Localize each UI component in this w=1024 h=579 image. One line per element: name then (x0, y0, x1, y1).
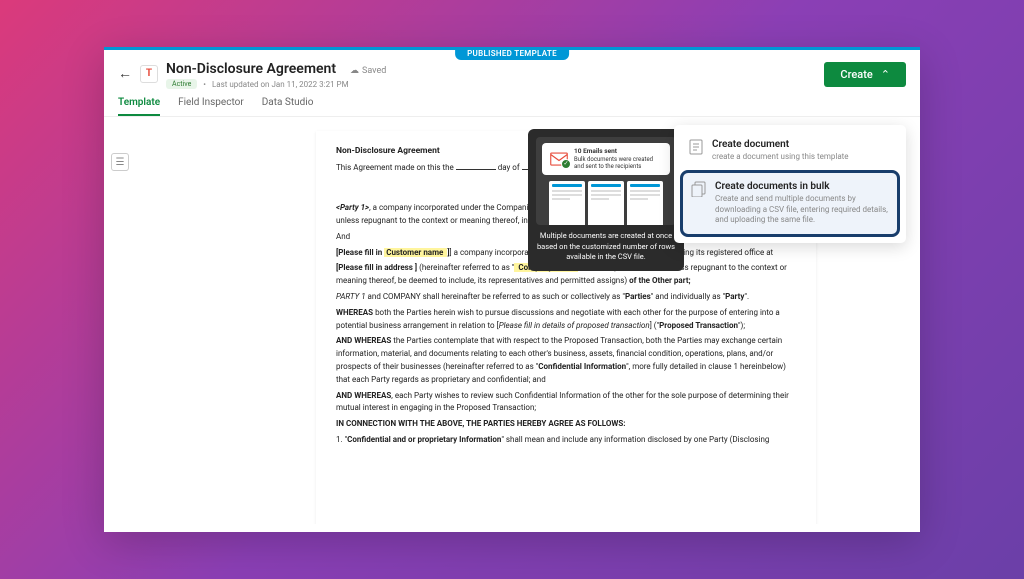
status-badge: Active (166, 79, 197, 89)
tooltip-text: Multiple documents are created at once b… (536, 231, 676, 263)
tabs: Template Field Inspector Data Studio (104, 89, 920, 117)
bulk-tooltip: ✓ 10 Emails sent Bulk documents were cre… (528, 129, 684, 271)
tooltip-illustration: ✓ 10 Emails sent Bulk documents were cre… (536, 137, 676, 225)
content-area: ☰ Non-Disclosure Agreement This Agreemen… (104, 117, 920, 524)
email-text: 10 Emails sent Bulk documents were creat… (574, 148, 662, 170)
saved-indicator: ☁ Saved (350, 66, 386, 76)
doc-line: 1. "Confidential and or proprietary Info… (336, 434, 796, 447)
mini-docs (536, 181, 676, 225)
page-title: Non-Disclosure Agreement (166, 61, 336, 77)
email-badge: ✓ 10 Emails sent Bulk documents were cre… (542, 143, 670, 175)
template-icon: T (140, 65, 158, 83)
create-button-label: Create (840, 68, 872, 81)
left-rail: ☰ (104, 117, 136, 524)
tab-data-studio[interactable]: Data Studio (262, 97, 314, 116)
dropdown-item-desc: create a document using this template (712, 152, 892, 162)
last-updated: Last updated on Jan 11, 2022 3:21 PM (212, 80, 349, 89)
documents-stack-icon (691, 181, 707, 197)
tab-field-inspector[interactable]: Field Inspector (178, 97, 244, 116)
chevron-up-icon: ⌃ (881, 68, 890, 81)
doc-line: AND WHEREAS, each Party wishes to review… (336, 390, 796, 416)
doc-line: WHEREAS both the Parties herein wish to … (336, 307, 796, 333)
doc-line: AND WHEREAS the Parties contemplate that… (336, 335, 796, 386)
dropdown-create-document[interactable]: Create document create a document using … (680, 131, 900, 170)
create-dropdown: Create document create a document using … (674, 125, 906, 243)
create-button[interactable]: Create ⌃ (824, 62, 906, 87)
dropdown-item-title: Create document (712, 139, 892, 150)
document-icon (688, 139, 704, 155)
header: ← T Non-Disclosure Agreement ☁ Saved Act… (104, 50, 920, 89)
dropdown-create-bulk[interactable]: Create documents in bulk Create and send… (680, 170, 900, 236)
doc-line: IN CONNECTION WITH THE ABOVE, THE PARTIE… (336, 418, 796, 431)
meta-row: Active • Last updated on Jan 11, 2022 3:… (166, 79, 906, 89)
cloud-icon: ☁ (350, 66, 359, 76)
check-icon: ✓ (561, 159, 571, 169)
title-block: Non-Disclosure Agreement ☁ Saved Active … (166, 58, 906, 89)
tab-template[interactable]: Template (118, 97, 160, 116)
pages-icon[interactable]: ☰ (111, 153, 129, 171)
app-window: PUBLISHED TEMPLATE ← T Non-Disclosure Ag… (104, 47, 920, 532)
envelope-icon: ✓ (550, 152, 568, 166)
back-arrow-icon[interactable]: ← (118, 65, 132, 82)
dropdown-item-title: Create documents in bulk (715, 181, 889, 192)
doc-line: PARTY 1 and COMPANY shall hereinafter be… (336, 291, 796, 304)
saved-label: Saved (362, 66, 386, 76)
dropdown-item-desc: Create and send multiple documents by do… (715, 194, 889, 225)
